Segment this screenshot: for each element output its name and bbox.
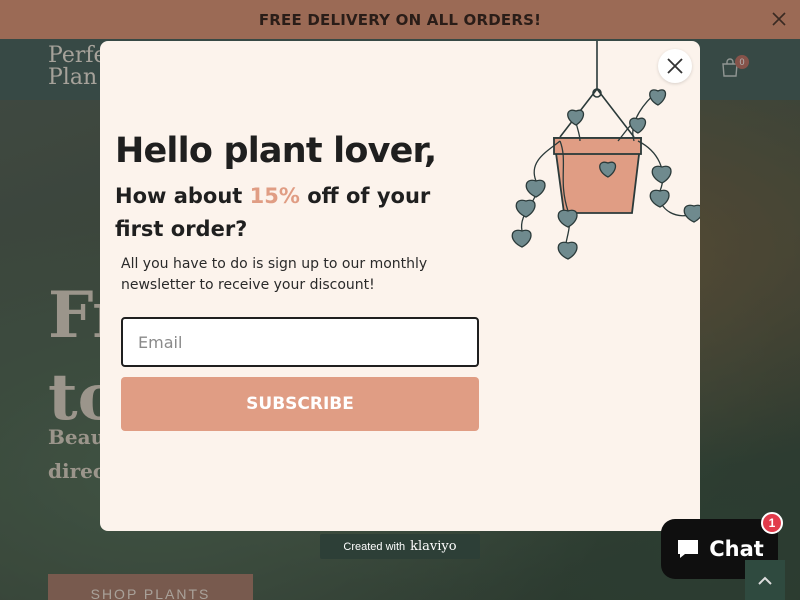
signup-popup: Hello plant lover, How about 15% off of … <box>100 41 700 531</box>
klaviyo-prefix: Created with <box>343 540 406 553</box>
subscribe-button[interactable]: SUBSCRIBE <box>121 377 479 431</box>
popup-heading: Hello plant lover, <box>115 131 437 171</box>
chevron-up-icon <box>758 576 772 585</box>
announcement-text: FREE DELIVERY ON ALL ORDERS! <box>258 10 542 29</box>
scroll-top-button[interactable] <box>745 560 785 600</box>
close-icon <box>667 58 683 74</box>
popup-close-button[interactable] <box>658 49 692 83</box>
offer-discount: 15% <box>249 184 300 208</box>
popup-description: All you have to do is sign up to our mon… <box>121 256 428 293</box>
chat-label: Chat <box>709 537 764 561</box>
popup-offer: How about 15% off of your first order? <box>115 180 485 246</box>
announcement-close-icon[interactable] <box>770 10 788 28</box>
klaviyo-badge[interactable]: Created with klaviyo <box>320 534 480 559</box>
offer-text-pre: How about <box>115 184 250 208</box>
email-input[interactable] <box>121 317 479 367</box>
chat-bubble-icon <box>678 540 699 558</box>
announcement-bar: FREE DELIVERY ON ALL ORDERS! <box>0 0 800 39</box>
chat-notification-badge: 1 <box>761 512 783 534</box>
klaviyo-brand: klaviyo <box>410 539 457 554</box>
